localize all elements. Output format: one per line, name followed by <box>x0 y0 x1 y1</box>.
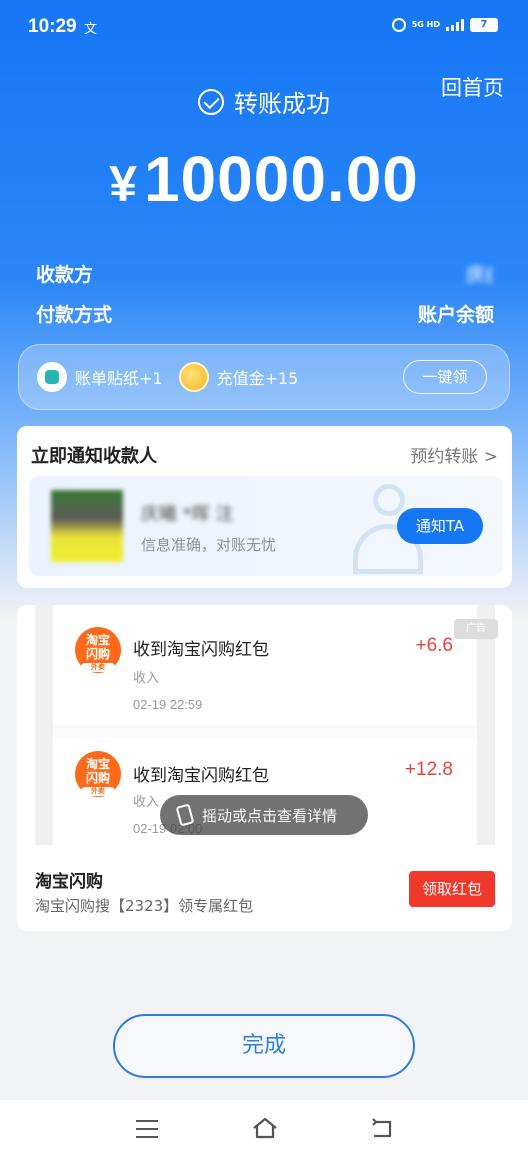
feed-type: 收入 <box>133 671 160 686</box>
transfer-amount: ¥10000.00 <box>0 142 528 216</box>
payment-method-value: 账户余额 <box>417 304 494 326</box>
payment-method-label: 付款方式 <box>36 304 113 326</box>
status-bar: 10:29 文 5G HD 7 <box>0 0 528 56</box>
status-extra-icon: 文 <box>84 22 98 37</box>
notify-title: 立即通知收款人 <box>31 446 157 467</box>
shake-phone-icon <box>175 803 195 827</box>
coin-icon <box>178 362 209 392</box>
feed-title: 收到淘宝闪购红包 <box>133 640 269 660</box>
ad-description: 淘宝闪购搜【2323】领专属红包 <box>35 897 254 915</box>
claim-all-button[interactable]: 一键领 <box>403 360 487 394</box>
coin-reward: 充值金+15 <box>216 369 299 388</box>
notify-subtitle: 信息准确，对账无忧 <box>141 536 277 554</box>
back-icon[interactable] <box>370 1118 394 1140</box>
schedule-transfer-link[interactable]: 预约转账 > <box>410 442 498 467</box>
check-circle-icon <box>198 88 224 115</box>
taobao-flash-icon: 淘宝 闪购 外卖 <box>75 751 121 797</box>
notify-panel: 庆曦 *晖 注 信息准确，对账无忧 通知TA <box>29 476 503 576</box>
sticker-icon <box>37 362 67 392</box>
shake-hint[interactable]: 摇动或点击查看详情 <box>160 795 368 835</box>
payee-row: 收款方 庆( <box>36 260 494 287</box>
feed-amount: +12.8 <box>404 759 453 780</box>
reward-bar: 账单贴纸+1 充值金+15 一键领 <box>18 344 510 410</box>
battery-icon: 7 <box>470 18 498 32</box>
ad-brand: 淘宝闪购 <box>35 872 103 892</box>
taobao-flash-icon: 淘宝 闪购 外卖 <box>75 627 121 673</box>
shake-hint-text: 摇动或点击查看详情 <box>202 806 338 825</box>
feed-title: 收到淘宝闪购红包 <box>133 766 269 786</box>
payee-value: 庆( <box>466 264 494 286</box>
status-indicators: 5G HD 7 <box>391 18 498 32</box>
avatar <box>51 490 123 562</box>
feed-time: 02-19 22:59 <box>133 697 203 712</box>
alarm-icon <box>391 18 406 32</box>
home-icon[interactable] <box>252 1117 278 1139</box>
sticker-reward: 账单贴纸+1 <box>75 369 163 388</box>
feed-type: 收入 <box>133 795 160 810</box>
title-text: 转账成功 <box>234 90 330 118</box>
currency-symbol: ¥ <box>109 156 138 212</box>
feed-amount: +6.6 <box>415 635 453 656</box>
claim-red-packet-button[interactable]: 领取红包 <box>409 871 495 907</box>
system-nav-bar <box>0 1100 528 1162</box>
notify-payee-card: 立即通知收款人 预约转账 > 庆曦 *晖 注 信息准确，对账无忧 通知TA <box>17 426 512 588</box>
recipient-name: 庆曦 *晖 注 <box>141 504 234 525</box>
payment-method-row: 付款方式 账户余额 <box>36 300 494 327</box>
network-label: 5G HD <box>411 20 440 29</box>
feed-item: 淘宝 闪购 外卖 收到淘宝闪购红包 收入 02-19 22:59 +6.6 <box>53 605 477 725</box>
page-title: 转账成功 <box>0 84 528 119</box>
status-time: 10:29 <box>28 16 77 37</box>
signal-icon <box>446 19 464 31</box>
menu-icon[interactable] <box>136 1120 158 1138</box>
notify-button[interactable]: 通知TA <box>397 508 483 544</box>
ad-card[interactable]: 淘宝 闪购 外卖 收到淘宝闪购红包 收入 02-19 22:59 +6.6 淘宝闪… <box>17 605 512 931</box>
amount-value: 10000.00 <box>143 143 419 215</box>
done-button[interactable]: 完成 <box>113 1014 415 1078</box>
ad-tag[interactable]: 广告 <box>454 619 498 639</box>
payee-label: 收款方 <box>36 264 94 286</box>
